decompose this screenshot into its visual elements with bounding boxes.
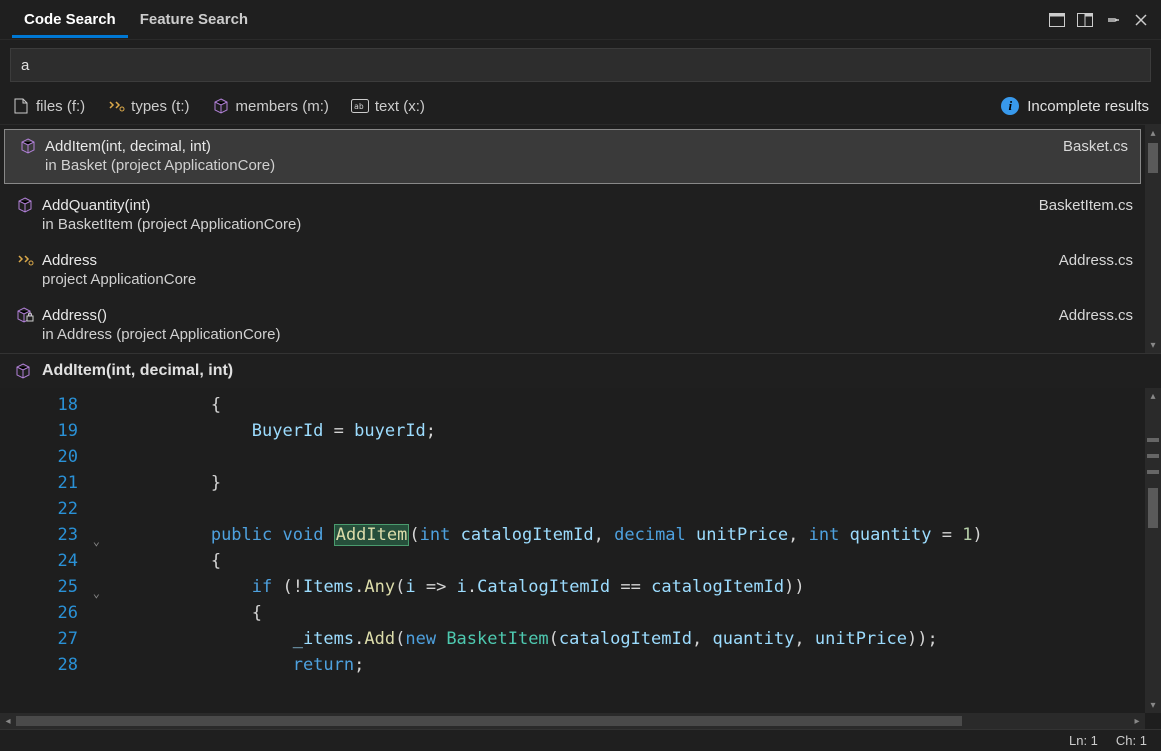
filter-files-label: files (f:) [36, 98, 85, 115]
status-char: Ch: 1 [1116, 733, 1147, 748]
line-number: 24 [0, 548, 88, 574]
filter-types[interactable]: types (t:) [107, 97, 189, 115]
pin-icon[interactable] [1101, 8, 1125, 32]
line-number: 22 [0, 496, 88, 522]
line-number: 18 [0, 392, 88, 418]
code-line: public void AddItem(int catalogItemId, d… [88, 522, 1161, 548]
code-line: } [88, 470, 1161, 496]
code-line: _items.Add(new BasketItem(catalogItemId,… [88, 626, 1161, 652]
code-line: if (!Items.Any(i => i.CatalogItemId == c… [88, 574, 1161, 600]
result-subtitle: in Basket (project ApplicationCore) [19, 157, 1128, 174]
result-title: Address() [42, 307, 107, 324]
result-file: Address.cs [1059, 307, 1133, 324]
code-line: { [88, 392, 1161, 418]
incomplete-results: i Incomplete results [1001, 97, 1149, 115]
filter-members[interactable]: members (m:) [212, 97, 329, 115]
result-subtitle: in Address (project ApplicationCore) [16, 326, 1133, 343]
tab-code-search[interactable]: Code Search [12, 2, 128, 38]
file-icon [12, 97, 30, 115]
result-file: BasketItem.cs [1039, 197, 1133, 214]
members-icon [14, 362, 32, 380]
result-title: AddQuantity(int) [42, 197, 150, 214]
scroll-left-icon[interactable]: ◂ [0, 713, 16, 729]
text-icon: ab [351, 97, 369, 115]
result-subtitle: in BasketItem (project ApplicationCore) [16, 216, 1133, 233]
code-line: { [88, 548, 1161, 574]
code-preview[interactable]: 181920212223⌄2425⌄262728 { BuyerId = buy… [0, 388, 1161, 729]
filter-files[interactable]: files (f:) [12, 97, 85, 115]
incomplete-results-label: Incomplete results [1027, 98, 1149, 115]
result-subtitle: project ApplicationCore [16, 271, 1133, 288]
line-number: 21 [0, 470, 88, 496]
filter-text[interactable]: ab text (x:) [351, 97, 425, 115]
result-item[interactable]: AddQuantity(int) BasketItem.cs in BasketIt… [0, 188, 1145, 243]
info-icon: i [1001, 97, 1019, 115]
filter-members-label: members (m:) [236, 98, 329, 115]
filter-types-label: types (t:) [131, 98, 189, 115]
scroll-down-icon[interactable]: ▾ [1145, 337, 1161, 353]
scroll-right-icon[interactable]: ▸ [1129, 713, 1145, 729]
cube-icon [19, 137, 37, 155]
code-line: { [88, 600, 1161, 626]
cube-lock-icon [16, 306, 34, 324]
line-number: 25⌄ [0, 574, 88, 600]
result-file: Address.cs [1059, 252, 1133, 269]
cube-icon [16, 196, 34, 214]
window-layout-2-icon[interactable] [1073, 8, 1097, 32]
preview-header: AddItem(int, decimal, int) [0, 353, 1161, 388]
svg-text:ab: ab [354, 102, 364, 111]
scroll-thumb[interactable] [16, 716, 962, 726]
fold-chevron-icon[interactable]: ⌄ [93, 528, 100, 554]
code-line: BuyerId = buyerId; [88, 418, 1161, 444]
status-line: Ln: 1 [1069, 733, 1098, 748]
types-icon [107, 97, 125, 115]
filter-text-label: text (x:) [375, 98, 425, 115]
link-icon [16, 251, 34, 269]
results-scrollbar[interactable]: ▴ ▾ [1145, 125, 1161, 353]
code-line: return; [88, 652, 1161, 678]
scroll-thumb[interactable] [1148, 488, 1158, 528]
search-box-wrap [0, 40, 1161, 88]
close-icon[interactable] [1129, 8, 1153, 32]
line-number: 26 [0, 600, 88, 626]
line-number: 28 [0, 652, 88, 678]
tab-feature-search[interactable]: Feature Search [128, 2, 260, 38]
result-file: Basket.cs [1063, 138, 1128, 155]
line-number: 19 [0, 418, 88, 444]
scroll-thumb[interactable] [1148, 143, 1158, 173]
result-title: AddItem(int, decimal, int) [45, 138, 211, 155]
line-number: 23⌄ [0, 522, 88, 548]
scroll-down-icon[interactable]: ▾ [1145, 697, 1161, 713]
result-item[interactable]: AddItem(int, decimal, int) Basket.cs in Ba… [4, 129, 1141, 184]
result-item[interactable]: Address() Address.cs in Address (project A… [0, 298, 1145, 353]
results-list: AddItem(int, decimal, int) Basket.cs in Ba… [0, 124, 1161, 353]
search-input[interactable] [10, 48, 1151, 82]
scroll-up-icon[interactable]: ▴ [1145, 388, 1161, 404]
members-icon [212, 97, 230, 115]
fold-chevron-icon[interactable]: ⌄ [93, 580, 100, 606]
status-bar: Ln: 1 Ch: 1 [0, 729, 1161, 751]
code-line [88, 496, 1161, 522]
result-title: Address [42, 252, 97, 269]
scroll-up-icon[interactable]: ▴ [1145, 125, 1161, 141]
code-hscrollbar[interactable]: ◂ ▸ [0, 713, 1145, 729]
result-item[interactable]: Address Address.cs project ApplicationCore [0, 243, 1145, 298]
code-line [88, 444, 1161, 470]
code-vscrollbar[interactable]: ▴ ▾ [1145, 388, 1161, 713]
title-bar: Code Search Feature Search [0, 0, 1161, 40]
line-number: 20 [0, 444, 88, 470]
window-layout-1-icon[interactable] [1045, 8, 1069, 32]
filter-row: files (f:) types (t:) members (m:) ab te… [0, 88, 1161, 124]
preview-title: AddItem(int, decimal, int) [42, 362, 233, 380]
line-number: 27 [0, 626, 88, 652]
